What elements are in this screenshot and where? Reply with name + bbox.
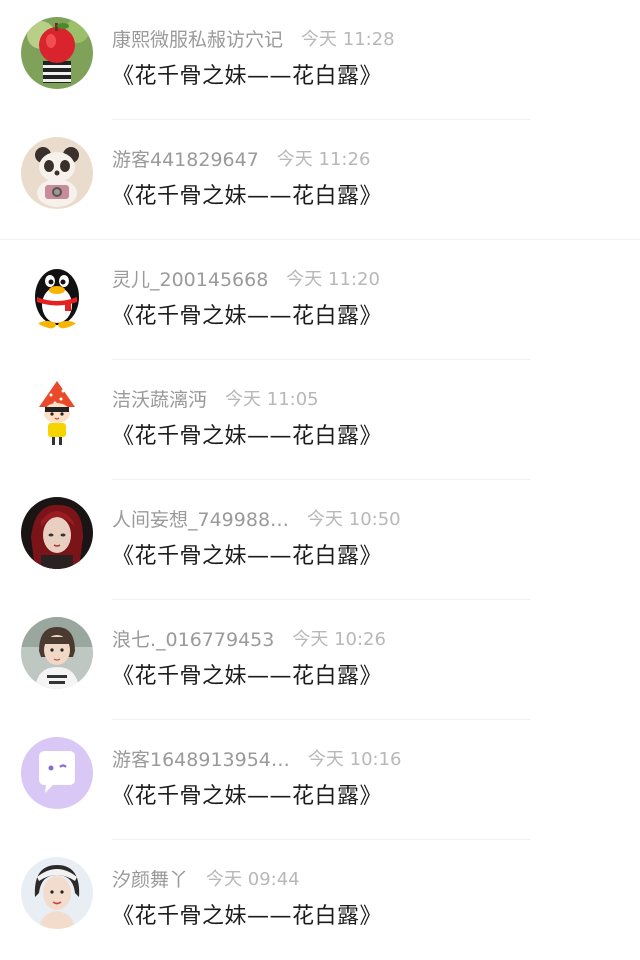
comment-item[interactable]: 灵儿_200145668 今天 11:20 《花千骨之妹——花白露》 bbox=[0, 240, 640, 360]
comment-meta: 灵儿_200145668 今天 11:20 bbox=[112, 265, 380, 291]
comment-meta: 游客441829647 今天 11:26 bbox=[112, 145, 370, 171]
username[interactable]: 浪七._016779453 bbox=[112, 625, 274, 652]
timestamp: 今天 10:16 bbox=[307, 749, 402, 770]
timestamp: 今天 09:44 bbox=[206, 869, 300, 890]
comment-meta: 汐颜舞丫 今天 09:44 bbox=[112, 865, 300, 891]
comment-meta: 洁沃蔬漓沔 今天 11:05 bbox=[112, 385, 319, 411]
timestamp: 今天 11:05 bbox=[225, 389, 319, 410]
timestamp: 今天 10:26 bbox=[292, 629, 386, 650]
username[interactable]: 游客441829647 bbox=[112, 145, 259, 172]
username[interactable]: 人间妄想_749988… bbox=[112, 505, 289, 532]
comment-item[interactable]: 洁沃蔬漓沔 今天 11:05 《花千骨之妹——花白露》 bbox=[0, 360, 640, 480]
comment-text: 《花千骨之妹——花白露》 bbox=[112, 784, 383, 809]
comment-meta: 游客1648913954… 今天 10:16 bbox=[112, 745, 402, 771]
timestamp: 今天 11:20 bbox=[286, 269, 380, 290]
comment-meta: 人间妄想_749988… 今天 10:50 bbox=[112, 505, 401, 531]
qq-penguin-avatar[interactable] bbox=[21, 257, 93, 329]
comment-item[interactable]: 浪七._016779453 今天 10:26 《花千骨之妹——花白露》 bbox=[0, 600, 640, 720]
comment-item[interactable]: 汐颜舞丫 今天 09:44 《花千骨之妹——花白露》 bbox=[0, 840, 640, 960]
red-apple-toy-avatar[interactable] bbox=[21, 17, 93, 89]
comment-text: 《花千骨之妹——花白露》 bbox=[112, 184, 383, 209]
comment-item[interactable]: 游客1648913954… 今天 10:16 《花千骨之妹——花白露》 bbox=[0, 720, 640, 840]
comment-item[interactable]: 人间妄想_749988… 今天 10:50 《花千骨之妹——花白露》 bbox=[0, 480, 640, 600]
comment-text: 《花千骨之妹——花白露》 bbox=[112, 424, 383, 449]
comment-text: 《花千骨之妹——花白露》 bbox=[112, 904, 383, 929]
username[interactable]: 汐颜舞丫 bbox=[112, 865, 188, 892]
comment-meta: 康熙微服私赧访穴记 今天 11:28 bbox=[112, 25, 395, 51]
timestamp: 今天 11:28 bbox=[301, 29, 395, 50]
comment-meta: 浪七._016779453 今天 10:26 bbox=[112, 625, 386, 651]
chat-bubble-avatar[interactable] bbox=[21, 737, 93, 809]
timestamp: 今天 11:26 bbox=[276, 149, 371, 170]
comment-list: 康熙微服私赧访穴记 今天 11:28 《花千骨之妹——花白露》 游客441829… bbox=[0, 0, 640, 945]
timestamp: 今天 10:50 bbox=[307, 509, 401, 530]
username[interactable]: 洁沃蔬漓沔 bbox=[112, 385, 207, 412]
comment-text: 《花千骨之妹——花白露》 bbox=[112, 304, 383, 329]
comment-text: 《花千骨之妹——花白露》 bbox=[112, 64, 383, 89]
panda-plush-avatar[interactable] bbox=[21, 137, 93, 209]
username[interactable]: 灵儿_200145668 bbox=[112, 265, 268, 292]
username[interactable]: 康熙微服私赧访穴记 bbox=[112, 25, 283, 52]
girl-photo-avatar[interactable] bbox=[21, 617, 93, 689]
comment-item[interactable]: 康熙微服私赧访穴记 今天 11:28 《花千骨之妹——花白露》 bbox=[0, 0, 640, 120]
woman-portrait-avatar[interactable] bbox=[21, 857, 93, 929]
red-hair-character-avatar[interactable] bbox=[21, 497, 93, 569]
strawberry-girl-avatar[interactable] bbox=[21, 377, 93, 449]
username[interactable]: 游客1648913954… bbox=[112, 745, 290, 772]
comment-text: 《花千骨之妹——花白露》 bbox=[112, 664, 383, 689]
comment-item[interactable]: 游客441829647 今天 11:26 《花千骨之妹——花白露》 bbox=[0, 120, 640, 240]
comment-text: 《花千骨之妹——花白露》 bbox=[112, 544, 383, 569]
